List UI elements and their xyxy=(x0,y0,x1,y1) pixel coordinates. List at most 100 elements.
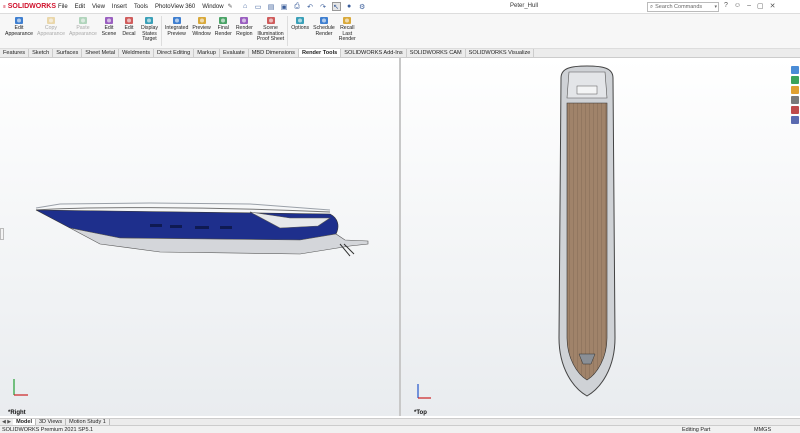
ribbon-label: Edit Scene xyxy=(101,25,117,37)
menu-tools[interactable]: Tools xyxy=(134,4,148,10)
appearances-scenes-icon[interactable] xyxy=(791,106,799,114)
tab-sketch[interactable]: Sketch xyxy=(29,49,54,57)
recall-render-icon xyxy=(342,15,353,25)
minimize-icon[interactable]: – xyxy=(747,2,751,10)
design-library-icon[interactable] xyxy=(791,76,799,84)
editing-mode: Editing Part xyxy=(682,426,711,433)
menu-insert[interactable]: Insert xyxy=(112,4,127,10)
menu-file[interactable]: File xyxy=(58,4,68,10)
edit-decal-icon xyxy=(123,15,134,25)
ribbon-label: Copy Appearance xyxy=(36,25,65,37)
ribbon-paste-appearance-button[interactable]: Paste Appearance xyxy=(67,14,99,48)
ribbon-integrated-preview-button[interactable]: Integrated Preview xyxy=(163,14,190,48)
viewport-top-view[interactable]: *Top xyxy=(401,58,800,416)
traffic-light-icon[interactable]: ● xyxy=(345,2,354,11)
ribbon-label: Scene Illumination Proof Sheet xyxy=(256,25,285,43)
tab-render-tools[interactable]: Render Tools xyxy=(298,49,342,57)
ribbon-edit-appearance-button[interactable]: Edit Appearance xyxy=(3,14,35,48)
ribbon-edit-scene-button[interactable]: Edit Scene xyxy=(99,14,119,48)
quick-access-toolbar: ⌂ ▭ ▤ ▣ ⎙ ↶ ↷ ↖ ● ⚙ xyxy=(241,2,367,11)
product-version: SOLIDWORKS Premium 2021 SP5.1 xyxy=(2,426,94,433)
solidworks-resources-icon[interactable] xyxy=(791,66,799,74)
app-name: SOLIDWORKS xyxy=(7,3,56,10)
final-render-icon xyxy=(218,15,229,25)
ribbon-label: Preview Window xyxy=(192,25,211,37)
tab-sheet-metal[interactable]: Sheet Metal xyxy=(82,49,120,57)
menu-photoview-360[interactable]: PhotoView 360 xyxy=(155,4,195,10)
tab-solidworks-add-ins[interactable]: SOLIDWORKS Add-Ins xyxy=(341,49,407,57)
document-title: Peter_Hull xyxy=(510,3,539,9)
custom-properties-icon[interactable] xyxy=(791,116,799,124)
boat-top-model[interactable] xyxy=(558,65,616,397)
side-view-graphics xyxy=(0,58,399,416)
ribbon-label: Display States Target xyxy=(140,25,158,43)
search-icon: ⌕ xyxy=(650,3,654,10)
view-label-right: *Right xyxy=(8,410,26,416)
tab-solidworks-visualize[interactable]: SOLIDWORKS Visualize xyxy=(466,49,535,57)
title-bar: SOLIDWORKS File Edit View Insert Tools PhotoV… xyxy=(0,0,800,14)
ribbon-label: Render Region xyxy=(235,25,253,37)
view-palette-icon[interactable] xyxy=(791,96,799,104)
tab-solidworks-cam[interactable]: SOLIDWORKS CAM xyxy=(407,49,466,57)
tab-mbd-dimensions[interactable]: MBD Dimensions xyxy=(249,49,299,57)
tab-evaluate[interactable]: Evaluate xyxy=(220,49,249,57)
new-document-icon[interactable]: ▭ xyxy=(254,2,263,11)
search-commands-input[interactable]: ⌕ Search Commands ▾ xyxy=(647,2,719,12)
copy-appearance-icon xyxy=(45,15,56,25)
ribbon-separator xyxy=(160,16,162,46)
ribbon-options-button[interactable]: Options xyxy=(289,14,311,48)
ribbon-copy-appearance-button[interactable]: Copy Appearance xyxy=(35,14,67,48)
ribbon-preview-window-button[interactable]: Preview Window xyxy=(190,14,212,48)
paste-appearance-icon xyxy=(77,15,88,25)
ribbon-label: Final Render xyxy=(214,25,232,37)
app-logo[interactable]: SOLIDWORKS xyxy=(0,3,56,10)
ribbon-render-region-button[interactable]: Render Region xyxy=(234,14,255,48)
view-label-top: *Top xyxy=(414,410,427,416)
user-icon[interactable]: ☺ xyxy=(734,2,741,10)
window-controls: ? ☺ – ▢ ✕ xyxy=(724,2,775,10)
home-icon[interactable]: ⌂ xyxy=(241,2,250,11)
ribbon-scene-illumination-button[interactable]: Scene Illumination Proof Sheet xyxy=(255,14,286,48)
ribbon-edit-decal-button[interactable]: Edit Decal xyxy=(119,14,139,48)
options-icon xyxy=(295,15,306,25)
close-icon[interactable]: ✕ xyxy=(770,2,776,10)
menu-edit[interactable]: Edit xyxy=(75,4,85,10)
tab-surfaces[interactable]: Surfaces xyxy=(53,49,83,57)
undo-icon[interactable]: ↶ xyxy=(306,2,315,11)
tab-markup[interactable]: Markup xyxy=(194,49,220,57)
print-icon[interactable]: ⎙ xyxy=(293,2,302,11)
ribbon-final-render-button[interactable]: Final Render xyxy=(213,14,234,48)
ribbon-label: Options xyxy=(291,25,310,31)
options-gear-icon[interactable]: ⚙ xyxy=(358,2,367,11)
ribbon-schedule-render-button[interactable]: Schedule Render xyxy=(311,14,337,48)
tab-features[interactable]: Features xyxy=(0,49,30,57)
help-icon[interactable]: ? xyxy=(724,2,728,10)
tab-weldments[interactable]: Weldments xyxy=(119,49,155,57)
menu-window[interactable]: Window xyxy=(202,4,223,10)
ribbon-recall-render-button[interactable]: Recall Last Render xyxy=(337,14,358,48)
ribbon-display-states-button[interactable]: Display States Target xyxy=(139,14,160,48)
render-region-icon xyxy=(239,15,250,25)
task-pane-tabs xyxy=(791,66,800,124)
file-explorer-icon[interactable] xyxy=(791,86,799,94)
tab-direct-editing[interactable]: Direct Editing xyxy=(154,49,195,57)
feature-manager-toggle[interactable] xyxy=(0,228,4,240)
search-placeholder: Search Commands xyxy=(655,4,703,10)
bottom-tabs: ◀ ▶ Model 3D Views Motion Study 1 xyxy=(0,418,800,425)
select-pointer-icon[interactable]: ↖ xyxy=(331,2,341,11)
open-folder-icon[interactable]: ▤ xyxy=(267,2,276,11)
ribbon-label: Edit Appearance xyxy=(5,25,33,37)
unit-system[interactable]: MMGS xyxy=(754,427,771,433)
ribbon-label: Paste Appearance xyxy=(68,25,97,37)
integrated-preview-icon xyxy=(171,15,182,25)
redo-icon[interactable]: ↷ xyxy=(319,2,328,11)
ribbon-label: Schedule Render xyxy=(313,25,335,37)
chevron-down-icon[interactable]: ▾ xyxy=(714,4,717,10)
maximize-icon[interactable]: ▢ xyxy=(757,2,764,10)
menu-view[interactable]: View xyxy=(92,4,105,10)
pin-icon[interactable]: ✎ xyxy=(228,3,233,10)
viewport-right-view[interactable]: ⌕ ⌕ ↺ ◧ ✎ ▦ ◩ 👁 ◑ ◐ ▭ xyxy=(0,58,399,416)
scene-illumination-icon xyxy=(265,15,276,25)
save-icon[interactable]: ▣ xyxy=(280,2,289,11)
preview-window-icon xyxy=(196,15,207,25)
